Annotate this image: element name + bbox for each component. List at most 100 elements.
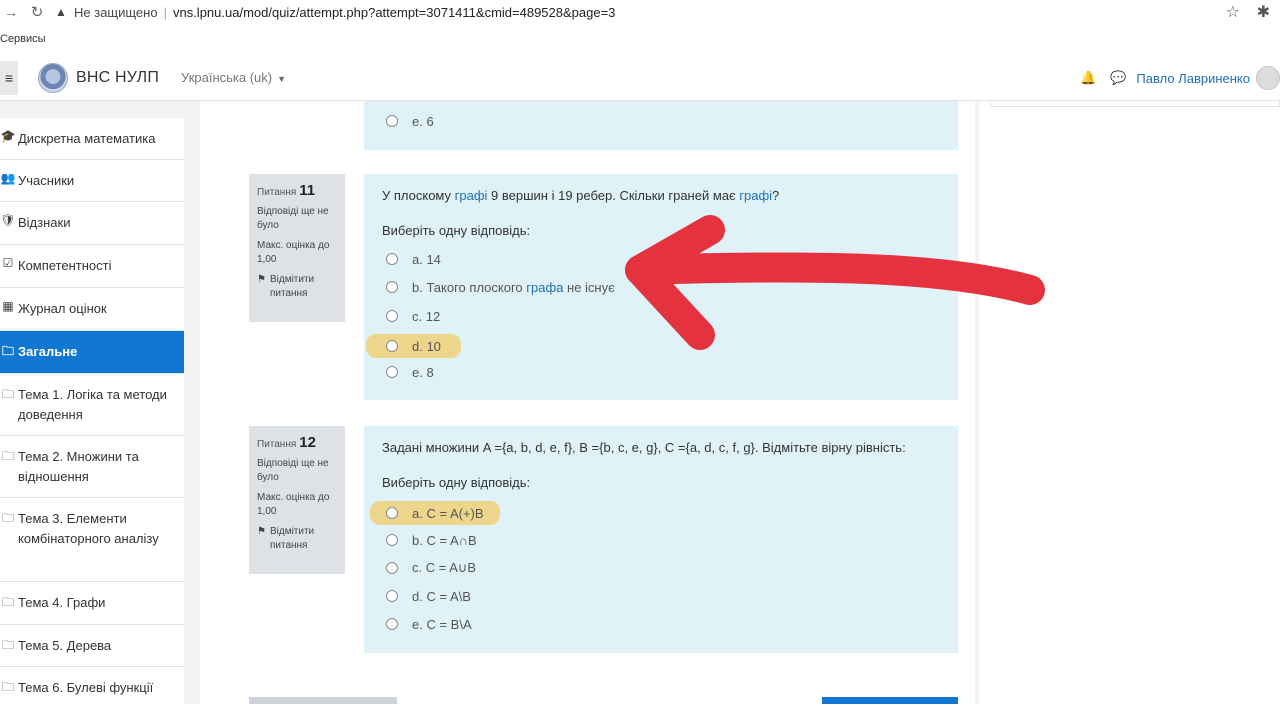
site-name[interactable]: ВНС НУЛП — [76, 69, 159, 87]
glossary-link[interactable]: графа — [526, 280, 563, 295]
option-label: e. C = B\A — [412, 616, 472, 632]
sidebar-item-label: Тема 3. Елементи комбінаторного аналізу — [18, 511, 159, 546]
sidebar-item[interactable]: 🛡 Відзнаки — [0, 202, 184, 245]
sidebar-item[interactable]: 🗀 Загальне — [0, 331, 184, 374]
url-separator: | — [163, 4, 167, 20]
radio-button[interactable] — [386, 534, 398, 546]
warning-icon[interactable]: ▲ — [52, 5, 70, 19]
menu-toggle-icon[interactable]: ≡ — [0, 60, 18, 95]
graduation-cap-icon: 🎓 — [0, 129, 16, 143]
answer-option[interactable]: e. 8 — [386, 362, 434, 382]
sidebar-item[interactable]: 🗀 Тема 6. Булеві функції — [0, 667, 184, 704]
sidebar-item-label: Тема 2. Множини та відношення — [18, 449, 139, 484]
security-label[interactable]: Не защищено — [70, 5, 158, 20]
user-name[interactable]: Павло Лавриненко — [1136, 71, 1250, 86]
sidebar-item-label: Загальне — [18, 344, 78, 359]
question-state: Відповіді ще не було — [257, 458, 329, 483]
bell-icon[interactable]: 🔔 — [1080, 70, 1096, 86]
shield-icon: 🛡 — [0, 213, 16, 227]
address-bar: → ↻ ▲ Не защищено | vns.lpnu.ua/mod/quiz… — [0, 0, 1280, 24]
flag-question-link[interactable]: ⚑ Відмітити питання — [257, 525, 337, 553]
sidebar-item[interactable]: 🗀 Тема 4. Графи — [0, 582, 184, 625]
extensions-icon[interactable]: ✱ — [1257, 2, 1270, 22]
chat-icon[interactable]: 💬 — [1110, 70, 1126, 86]
right-block — [990, 101, 1280, 107]
sidebar-item-label: Дискретна математика — [18, 131, 156, 146]
sidebar-item-label: Тема 4. Графи — [18, 595, 106, 610]
glossary-link[interactable]: графі — [455, 188, 488, 203]
sidebar-item[interactable]: ▦ Журнал оцінок — [0, 288, 184, 331]
answer-option[interactable]: c. C = A∪B — [386, 558, 476, 578]
region-divider — [975, 101, 979, 704]
url-text[interactable]: vns.lpnu.ua/mod/quiz/attempt.php?attempt… — [173, 5, 615, 20]
bookmarks-bar-item[interactable]: Сервисы — [0, 28, 46, 50]
question-grade: Макс. оцінка до 1,00 — [257, 492, 330, 517]
flag-question-link[interactable]: ⚑ Відмітити питання — [257, 273, 337, 301]
option-label: d. 10 — [412, 338, 441, 354]
radio-button[interactable] — [386, 340, 398, 352]
folder-icon: 🗀 — [1, 638, 14, 652]
sidebar-item[interactable]: ☑ Компетентності — [0, 245, 184, 288]
option-label: a. 14 — [412, 251, 441, 267]
option-label: b. C = A∩B — [412, 532, 477, 548]
header-user-area: 🔔 💬 Павло Лавриненко — [1080, 55, 1280, 101]
option-label: a. C = A(+)B — [412, 505, 484, 521]
radio-button[interactable] — [386, 366, 398, 378]
avatar[interactable] — [1256, 66, 1280, 90]
language-label: Українська (uk) — [181, 70, 273, 85]
radio-button[interactable] — [386, 253, 398, 265]
question-12-content: Задані множини A ={a, b, d, e, f}, B ={b… — [364, 426, 958, 653]
answer-option[interactable]: b. C = A∩B — [386, 530, 477, 550]
flag-icon: ⚑ — [257, 526, 266, 537]
sidebar-item[interactable]: 🗀 Тема 2. Множини та відношення — [0, 436, 184, 498]
language-selector[interactable]: Українська (uk) ▼ — [181, 70, 286, 85]
radio-button[interactable] — [386, 310, 398, 322]
sidebar-item[interactable]: 🗀 Тема 1. Логіка та методи доведення — [0, 374, 184, 436]
radio-button[interactable] — [386, 590, 398, 602]
next-page-button[interactable] — [822, 697, 958, 704]
question-10-content: e. 6 — [364, 101, 958, 150]
sidebar-item[interactable]: 👥 Учасники — [0, 160, 184, 202]
site-logo[interactable] — [38, 62, 68, 93]
answer-option[interactable]: c. 12 — [386, 306, 440, 326]
sidebar-item[interactable]: 🗀 Тема 5. Дерева — [0, 625, 184, 667]
question-text: У плоскому графі 9 вершин і 19 ребер. Ск… — [382, 188, 780, 203]
answer-prompt: Виберіть одну відповідь: — [382, 475, 531, 490]
browser-chrome: → ↻ ▲ Не защищено | vns.lpnu.ua/mod/quiz… — [0, 0, 1280, 55]
radio-button[interactable] — [386, 618, 398, 630]
radio-button[interactable] — [386, 562, 398, 574]
nav-drawer: 🎓 Дискретна математика 👥 Учасники 🛡 Відзнаки ☑… — [0, 101, 200, 704]
question-text: Задані множини A ={a, b, d, e, f}, B ={b… — [382, 440, 906, 455]
radio-button[interactable] — [386, 281, 398, 293]
option-label: b. Такого плоского графа не існує — [412, 279, 615, 295]
question-number: Питання 12 — [257, 434, 316, 451]
bookmark-star-icon[interactable]: ☆ — [1226, 2, 1240, 22]
answer-option[interactable]: e. C = B\A — [386, 614, 472, 634]
answer-option[interactable]: d. C = A\B — [386, 586, 471, 606]
radio-button[interactable] — [386, 507, 398, 519]
option-label: c. C = A∪B — [412, 560, 477, 575]
answer-option-highlighted[interactable]: d. 10 — [366, 334, 461, 358]
sidebar-item-label: Тема 1. Логіка та методи доведення — [18, 387, 167, 422]
answer-option[interactable]: e. 6 — [386, 111, 434, 131]
answer-option[interactable]: b. Такого плоского графа не існує — [386, 277, 615, 297]
forward-icon[interactable]: → — [0, 4, 22, 20]
question-grade: Макс. оцінка до 1,00 — [257, 240, 330, 265]
sidebar-item-label: Компетентності — [18, 258, 112, 273]
question-number: Питання 11 — [257, 182, 316, 199]
radio-button[interactable] — [386, 115, 398, 127]
answer-option[interactable]: a. 14 — [386, 249, 441, 269]
question-11-info: Питання 11 Відповіді ще не було Макс. оці… — [249, 174, 345, 322]
option-label: c. 12 — [412, 308, 441, 324]
site-header: ≡ ВНС НУЛП Українська (uk) ▼ 🔔 💬 Павло Ла… — [0, 55, 1280, 101]
folder-icon: 🗀 — [1, 449, 14, 463]
option-label: d. C = A\B — [412, 588, 471, 604]
sidebar-item-label: Відзнаки — [18, 215, 71, 230]
reload-icon[interactable]: ↻ — [22, 3, 52, 21]
answer-option-highlighted[interactable]: a. C = A(+)B — [370, 501, 500, 525]
checkbox-icon: ☑ — [2, 256, 14, 270]
previous-page-button[interactable] — [249, 697, 397, 704]
glossary-link[interactable]: графі — [739, 188, 772, 203]
sidebar-item[interactable]: 🗀 Тема 3. Елементи комбінаторного аналізу — [0, 498, 184, 582]
sidebar-item[interactable]: 🎓 Дискретна математика — [0, 118, 184, 160]
